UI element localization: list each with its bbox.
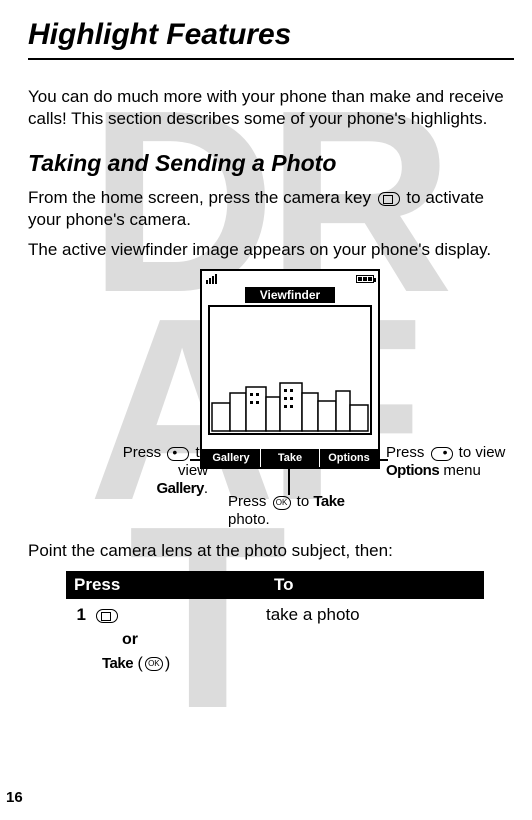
viewfinder-label: Viewfinder xyxy=(245,287,335,303)
softkey-take[interactable]: Take xyxy=(261,449,320,467)
softkey-options[interactable]: Options xyxy=(320,449,378,467)
viewfinder-diagram: Viewfinder xyxy=(28,269,514,529)
section-heading: Taking and Sending a Photo xyxy=(28,150,514,177)
callout-take: Press OK to Take photo. xyxy=(228,493,388,529)
point-camera-text: Point the camera lens at the photo subje… xyxy=(28,541,514,561)
callout-options: Press to view Options menu xyxy=(386,444,532,480)
viewfinder-box xyxy=(208,305,372,435)
battery-icon xyxy=(356,275,374,283)
callout-gallery: Press to view Gallery. xyxy=(98,444,208,498)
table-row: 1 take a photo xyxy=(66,599,484,631)
camera-key-icon xyxy=(378,192,400,206)
table-header: Press To xyxy=(66,571,484,599)
page-title: Highlight Features xyxy=(28,18,514,60)
or-separator: or xyxy=(66,631,484,655)
softkey-bar: Gallery Take Options xyxy=(202,449,378,467)
step-number: 1 xyxy=(66,605,94,625)
header-to: To xyxy=(266,571,484,599)
page-number: 16 xyxy=(6,789,23,806)
status-bar xyxy=(202,271,378,287)
press-cell xyxy=(94,605,266,625)
intro-paragraph: You can do much more with your phone tha… xyxy=(28,86,514,130)
to-cell: take a photo xyxy=(266,605,484,625)
city-skyline-icon xyxy=(210,363,370,433)
right-softkey-icon xyxy=(431,447,453,461)
instruction-table: Press To 1 take a photo or Take (OK) xyxy=(66,571,484,673)
left-softkey-icon xyxy=(167,447,189,461)
softkey-gallery[interactable]: Gallery xyxy=(202,449,261,467)
paragraph-viewfinder: The active viewfinder image appears on y… xyxy=(28,239,514,261)
camera-key-icon xyxy=(96,609,118,623)
take-option: Take (OK) xyxy=(66,655,484,673)
phone-screen: Viewfinder xyxy=(200,269,380,469)
paragraph-camera-key: From the home screen, press the camera k… xyxy=(28,187,514,231)
signal-icon xyxy=(206,274,217,284)
ok-key-icon: OK xyxy=(273,496,291,510)
ok-key-icon: OK xyxy=(145,657,163,671)
header-press: Press xyxy=(66,571,266,599)
